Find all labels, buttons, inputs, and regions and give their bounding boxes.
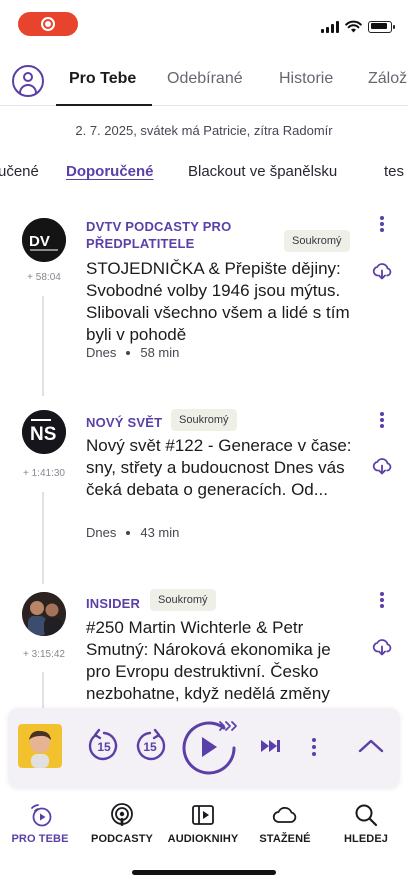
top-tabs: Pro Tebe Odebírané Historie Zálož [0, 58, 408, 106]
play-button[interactable] [180, 718, 240, 781]
more-options-icon[interactable] [378, 216, 386, 232]
nav-label: HLEDEJ [344, 833, 388, 845]
nav-audioknihy[interactable]: AUDIOKNIHY [163, 802, 243, 845]
active-tab-indicator [56, 104, 152, 106]
tab-odebirane[interactable]: Odebírané [167, 70, 243, 88]
nav-pro-tebe[interactable]: PRO TEBE [0, 802, 80, 845]
podcast-name[interactable]: DVTV PODCASTY PRO PŘEDPLATITELE [86, 218, 276, 252]
nav-label: PRO TEBE [11, 833, 69, 845]
expand-player-button[interactable] [358, 738, 384, 759]
tab-pro-tebe[interactable]: Pro Tebe [69, 70, 136, 88]
episode-meta: Dnes 43 min [86, 525, 179, 540]
screen-recording-indicator[interactable] [18, 12, 78, 36]
time-gap-label: + 3:15:42 [23, 649, 65, 660]
audiobook-icon [192, 805, 214, 825]
time-gap-label: + 1:41:30 [23, 468, 65, 479]
bottom-navigation: PRO TEBE PODCASTY AUDIOKNIHY STAŽENÉ HLE… [0, 796, 408, 856]
timeline-line [42, 296, 44, 396]
nav-podcasty[interactable]: PODCASTY [82, 802, 162, 845]
battery-icon [368, 20, 395, 33]
skip-back-icon: 15 [88, 728, 118, 761]
svg-text:15: 15 [97, 740, 111, 754]
timeline-line [42, 672, 44, 712]
episode-day: Dnes [86, 345, 117, 360]
wifi-icon [345, 20, 362, 33]
nav-stazene[interactable]: STAŽENÉ [245, 802, 325, 845]
person-icon [23, 72, 33, 82]
episode-meta: Dnes 58 min [86, 345, 179, 360]
record-dot-icon [45, 21, 51, 27]
next-track-icon [261, 740, 280, 752]
nav-hledej[interactable]: HLEDEJ [326, 802, 406, 845]
category-oblibene[interactable]: učené [0, 163, 39, 180]
play-icon [182, 721, 237, 775]
category-doporucene[interactable]: Doporučené [66, 163, 154, 180]
home-indicator[interactable] [132, 870, 276, 875]
episode-duration: 58 min [140, 345, 180, 360]
download-icon[interactable] [372, 262, 392, 280]
private-badge: Soukromý [284, 230, 350, 252]
episode-title[interactable]: #250 Martin Wichterle & Petr Smutný: Nár… [86, 617, 358, 707]
mini-player[interactable]: 15 15 [8, 708, 400, 788]
time-gap-label: + 58:04 [27, 272, 61, 283]
cellular-signal-icon [321, 20, 339, 33]
episode-title[interactable]: Nový svět #122 - Generace v čase: sny, s… [86, 435, 358, 501]
nav-label: STAŽENÉ [259, 833, 311, 845]
skip-forward-icon: 15 [136, 728, 166, 761]
for-you-play-icon [31, 804, 52, 827]
tab-historie[interactable]: Historie [279, 70, 333, 88]
podcast-cover-novy-svet: NS [22, 410, 66, 454]
category-test[interactable]: tes [384, 163, 404, 180]
category-blackout[interactable]: Blackout ve španělsku [188, 163, 337, 180]
svg-text:NS: NS [30, 424, 56, 445]
podcast-cover-dvtv: DV [22, 218, 66, 262]
timeline-line [42, 492, 44, 584]
download-icon[interactable] [372, 638, 392, 656]
date-nameday-line: 2. 7. 2025, svátek má Patricie, zítra Ra… [75, 123, 333, 138]
svg-text:15: 15 [143, 740, 157, 754]
private-badge: Soukromý [171, 409, 237, 431]
skip-back-button[interactable]: 15 [86, 728, 122, 769]
podcast-cover-insider [22, 592, 66, 636]
more-options-icon[interactable] [378, 592, 386, 608]
podcast-icon [111, 803, 133, 826]
next-episode-button[interactable] [260, 738, 282, 759]
nav-label: AUDIOKNIHY [167, 833, 239, 845]
more-options-icon[interactable] [378, 412, 386, 428]
system-icons [321, 20, 395, 33]
category-strip: učené Doporučené Blackout ve španělsku t… [0, 163, 408, 185]
episode-day: Dnes [86, 525, 117, 540]
profile-button[interactable] [12, 65, 44, 97]
skip-forward-button[interactable]: 15 [132, 728, 168, 769]
tab-zalozky[interactable]: Zálož [368, 70, 407, 88]
episode-title[interactable]: STOJEDNIČKA & Přepište dějiny: Svobodné … [86, 258, 358, 346]
nav-label: PODCASTY [91, 833, 153, 845]
cloud-icon [272, 806, 297, 823]
svg-text:DV: DV [29, 233, 50, 250]
now-playing-artwork[interactable] [18, 724, 62, 768]
episode-duration: 43 min [140, 525, 180, 540]
status-bar [0, 0, 408, 48]
search-icon [355, 804, 378, 827]
chevron-up-icon [358, 739, 384, 753]
private-badge: Soukromý [150, 589, 216, 611]
player-more-options-icon[interactable] [310, 738, 318, 756]
download-icon[interactable] [372, 457, 392, 475]
